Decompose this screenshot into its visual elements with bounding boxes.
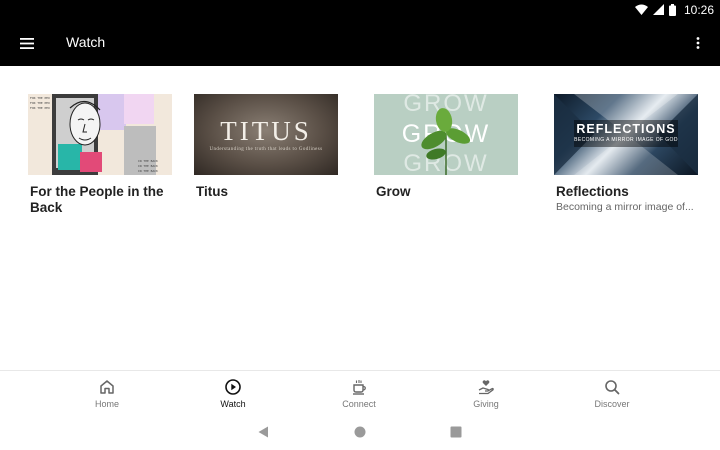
play-circle-icon xyxy=(225,379,241,395)
back-icon[interactable] xyxy=(256,425,270,439)
series-card-reflections[interactable]: REFLECTIONS BECOMING A MIRROR IMAGE OF G… xyxy=(554,94,704,213)
svg-text:IN THE BACK: IN THE BACK xyxy=(138,164,158,168)
nav-label: Giving xyxy=(473,399,499,409)
home-circle-icon[interactable] xyxy=(353,425,367,439)
system-navigation-bar xyxy=(0,412,720,450)
coffee-cup-icon xyxy=(353,380,366,395)
svg-text:FOR THE PEO: FOR THE PEO xyxy=(30,96,50,100)
home-icon xyxy=(100,380,114,394)
card-title: For the People in the Back xyxy=(30,184,164,215)
svg-text:IN THE BACK: IN THE BACK xyxy=(138,169,158,173)
wifi-icon xyxy=(634,4,648,15)
card-title: Grow xyxy=(376,184,411,199)
recents-square-icon[interactable] xyxy=(449,425,463,439)
thumbnail-title-text: REFLECTIONS xyxy=(576,122,676,136)
thumbnail-title-text: TITUS xyxy=(220,116,312,146)
svg-text:FOR THE PEO: FOR THE PEO xyxy=(30,101,50,105)
status-time: 10:26 xyxy=(683,2,714,17)
series-card-titus[interactable]: TITUS Understanding the truth that leads… xyxy=(194,94,344,200)
plant-leaves-art xyxy=(421,108,471,175)
svg-text:FOR THE PEO: FOR THE PEO xyxy=(30,106,50,110)
status-bar: 10:26 xyxy=(0,0,720,19)
more-vert-icon xyxy=(696,37,700,49)
status-icons: 10:26 xyxy=(634,2,714,17)
nav-label: Connect xyxy=(342,399,376,409)
thumbnail-subtitle-text: Understanding the truth that leads to Go… xyxy=(209,147,323,152)
card-subtitle: Becoming a mirror image of... xyxy=(556,201,694,213)
nav-item-giving[interactable]: Giving xyxy=(436,371,536,413)
nav-label: Home xyxy=(94,399,119,409)
thumbnail-subtitle-text: BECOMING A MIRROR IMAGE OF GOD xyxy=(574,137,678,143)
hamburger-menu-button[interactable] xyxy=(14,31,40,55)
series-card-grow[interactable]: GROW GROW GROW Grow xyxy=(374,94,524,200)
signal-icon xyxy=(652,4,664,15)
people-collage-art: FOR THE PEOFOR THE PEOFOR THE PEO IN THE… xyxy=(30,94,158,175)
card-title: Reflections xyxy=(556,184,629,199)
search-icon xyxy=(605,380,620,395)
nav-item-discover[interactable]: Discover xyxy=(562,371,662,413)
nav-item-connect[interactable]: Connect xyxy=(309,371,409,413)
nav-item-home[interactable]: Home xyxy=(57,371,157,413)
card-thumbnail: FOR THE PEO FOR THE PEO FOR THE PEO IN THE… xyxy=(28,94,172,175)
card-thumbnail: GROW GROW GROW xyxy=(374,94,518,175)
battery-icon xyxy=(668,3,676,16)
nav-item-watch[interactable]: Watch xyxy=(183,371,283,413)
hamburger-menu-icon xyxy=(20,37,34,49)
card-thumbnail: TITUS Understanding the truth that leads… xyxy=(194,94,338,175)
svg-text:IN THE BACK: IN THE BACK xyxy=(138,159,158,163)
card-title: Titus xyxy=(196,184,229,199)
content-area: FOR THE PEO FOR THE PEO FOR THE PEO IN THE… xyxy=(0,66,720,370)
page-title: Watch xyxy=(66,34,106,50)
card-thumbnail: REFLECTIONS BECOMING A MIRROR IMAGE OF G… xyxy=(554,94,698,175)
nav-label: Watch xyxy=(220,399,246,409)
bottom-navigation: Home Watch Connect Giving Discover xyxy=(0,370,720,412)
app-bar: Watch xyxy=(0,19,720,66)
nav-label: Discover xyxy=(594,399,630,409)
more-options-button[interactable] xyxy=(690,31,706,55)
hand-heart-icon xyxy=(478,380,494,395)
series-card-people-in-back[interactable]: FOR THE PEO FOR THE PEO FOR THE PEO IN THE… xyxy=(28,94,178,216)
